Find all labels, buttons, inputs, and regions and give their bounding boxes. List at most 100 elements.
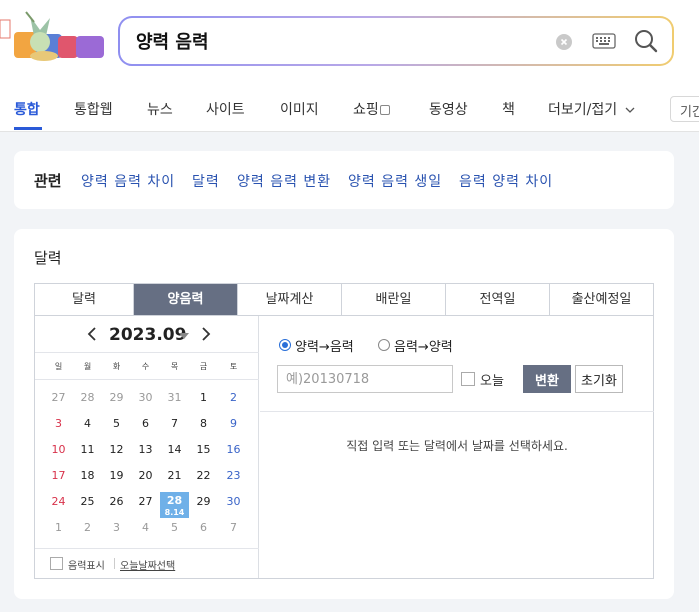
weekday-label: 목 bbox=[170, 362, 179, 371]
calendar-day[interactable]: 6 bbox=[189, 518, 218, 544]
keyboard-icon[interactable] bbox=[592, 32, 616, 54]
calendar-day[interactable]: 5 bbox=[102, 414, 131, 440]
instruction-text: 직접 입력 또는 달력에서 날짜를 선택하세요. bbox=[346, 439, 568, 453]
related-link[interactable]: 음력 양력 차이 bbox=[459, 171, 553, 191]
selected-day[interactable]: 28 8.14 bbox=[160, 492, 189, 518]
calendar-day[interactable]: 15 bbox=[189, 440, 218, 466]
calendar-day[interactable]: 18 bbox=[73, 466, 102, 492]
calendar-day[interactable]: 11 bbox=[73, 440, 102, 466]
select-today-link[interactable]: 오늘날짜선택 bbox=[120, 557, 175, 572]
tab-image[interactable]: 이미지 bbox=[280, 99, 319, 119]
footer-divider bbox=[114, 558, 115, 569]
convert-button[interactable]: 변환 bbox=[523, 365, 571, 393]
month-label[interactable]: 2023.09 bbox=[109, 325, 186, 345]
calendar-day[interactable]: 25 bbox=[73, 492, 102, 518]
date-input[interactable] bbox=[277, 365, 453, 393]
weekday-label: 토 bbox=[229, 362, 238, 371]
calendar-day[interactable]: 1 bbox=[189, 388, 218, 414]
calendar-day[interactable]: 29 bbox=[189, 492, 218, 518]
weekday-label: 화 bbox=[112, 362, 121, 371]
related-link[interactable]: 양력 음력 차이 bbox=[81, 171, 175, 191]
search-input[interactable] bbox=[136, 28, 536, 54]
calendar-day[interactable]: 27 bbox=[44, 388, 73, 414]
search-icon[interactable] bbox=[634, 28, 658, 58]
calendar-day[interactable]: 4 bbox=[131, 518, 160, 544]
calendar-day[interactable]: 13 bbox=[131, 440, 160, 466]
calendar-day[interactable]: 17 bbox=[44, 466, 73, 492]
calendar-day[interactable]: 7 bbox=[219, 518, 248, 544]
calendar-body: 2023.09 일월화수목금토 27 28 29 30 31 1 2 3 4 5 6 7 8 9 10 11 1… bbox=[34, 316, 654, 579]
mini-calendar: 2023.09 일월화수목금토 27 28 29 30 31 1 2 3 4 5 6 7 8 9 10 11 1… bbox=[35, 316, 259, 578]
tab-shopping-label: 쇼핑 bbox=[353, 102, 379, 118]
calendar-day[interactable]: 22 bbox=[189, 466, 218, 492]
chevron-down-icon bbox=[625, 107, 635, 113]
today-label: 오늘 bbox=[480, 374, 504, 389]
daum-logo[interactable] bbox=[0, 6, 108, 66]
reset-button[interactable]: 초기화 bbox=[575, 365, 623, 393]
calendar-day[interactable]: 24 bbox=[44, 492, 73, 518]
calendar-day[interactable]: 20 bbox=[131, 466, 160, 492]
weekday-label: 월 bbox=[83, 362, 92, 371]
calendar-day[interactable]: 4 bbox=[73, 414, 102, 440]
tab-book[interactable]: 책 bbox=[502, 99, 515, 119]
calendar-day[interactable]: 28 bbox=[73, 388, 102, 414]
calendar-day[interactable]: 27 bbox=[131, 492, 160, 518]
calendar-day[interactable]: 3 bbox=[102, 518, 131, 544]
calendar-day[interactable]: 7 bbox=[160, 414, 189, 440]
calendar-day[interactable]: 12 bbox=[102, 440, 131, 466]
calendar-day[interactable]: 6 bbox=[131, 414, 160, 440]
tab-calendar[interactable]: 달력 bbox=[35, 284, 134, 315]
lunar-to-solar-label: 음력→양력 bbox=[394, 340, 453, 355]
header bbox=[0, 0, 699, 86]
active-tab-indicator bbox=[14, 127, 42, 130]
calendar-day[interactable]: 10 bbox=[44, 440, 73, 466]
calendar-tabs: 달력 양음력 날짜계산 배란일 전역일 출산예정일 bbox=[34, 283, 654, 316]
calendar-day[interactable]: 9 bbox=[219, 414, 248, 440]
tab-site[interactable]: 사이트 bbox=[206, 99, 245, 119]
calendar-day[interactable]: 8 bbox=[189, 414, 218, 440]
calendar-day[interactable]: 21 bbox=[160, 466, 189, 492]
solar-to-lunar-radio[interactable] bbox=[279, 339, 291, 351]
today-checkbox[interactable] bbox=[461, 372, 475, 386]
search-inner bbox=[120, 18, 672, 64]
next-month-button[interactable] bbox=[201, 326, 211, 346]
tab-integrated[interactable]: 통합 bbox=[14, 99, 40, 119]
weekday-row: 일월화수목금토 bbox=[35, 352, 259, 380]
tab-shopping[interactable]: 쇼핑 bbox=[353, 99, 390, 119]
tab-integrated-web[interactable]: 통합웹 bbox=[74, 99, 113, 119]
tab-news[interactable]: 뉴스 bbox=[147, 99, 173, 119]
lunar-to-solar-radio[interactable] bbox=[378, 339, 390, 351]
calendar-day[interactable]: 2 bbox=[219, 388, 248, 414]
tab-more[interactable]: 더보기/접기 bbox=[548, 99, 635, 119]
tab-date-calc[interactable]: 날짜계산 bbox=[238, 284, 342, 315]
tab-video[interactable]: 동영상 bbox=[429, 99, 468, 119]
calendar-day[interactable]: 1 bbox=[44, 518, 73, 544]
tab-solar-lunar[interactable]: 양음력 bbox=[134, 284, 238, 315]
calendar-day[interactable]: 2 bbox=[73, 518, 102, 544]
day-number: 28 bbox=[166, 494, 183, 507]
clear-icon[interactable] bbox=[556, 34, 572, 50]
period-filter-button[interactable]: 기간 bbox=[670, 96, 699, 122]
lunar-display-checkbox[interactable] bbox=[50, 557, 63, 570]
tab-ovulation[interactable]: 배란일 bbox=[342, 284, 446, 315]
related-link[interactable]: 달력 bbox=[192, 171, 220, 191]
related-link[interactable]: 양력 음력 변환 bbox=[237, 171, 331, 191]
calendar-day[interactable]: 30 bbox=[131, 388, 160, 414]
calendar-day[interactable]: 23 bbox=[219, 466, 248, 492]
calendar-day[interactable]: 26 bbox=[102, 492, 131, 518]
lunar-display-label: 음력표시 bbox=[68, 561, 105, 572]
prev-month-button[interactable] bbox=[87, 326, 97, 346]
calendar-day[interactable]: 5 bbox=[160, 518, 189, 544]
calendar-day[interactable]: 3 bbox=[44, 414, 73, 440]
month-dropdown-icon[interactable] bbox=[179, 333, 189, 339]
calendar-day[interactable]: 16 bbox=[219, 440, 248, 466]
calendar-day[interactable]: 31 bbox=[160, 388, 189, 414]
related-link[interactable]: 양력 음력 생일 bbox=[348, 171, 442, 191]
calendar-day[interactable]: 19 bbox=[102, 466, 131, 492]
calendar-day[interactable]: 29 bbox=[102, 388, 131, 414]
calendar-day[interactable]: 14 bbox=[160, 440, 189, 466]
tab-due-date[interactable]: 출산예정일 bbox=[550, 284, 653, 315]
tab-discharge[interactable]: 전역일 bbox=[446, 284, 550, 315]
calendar-day[interactable]: 30 bbox=[219, 492, 248, 518]
related-title: 관련 bbox=[34, 172, 62, 190]
